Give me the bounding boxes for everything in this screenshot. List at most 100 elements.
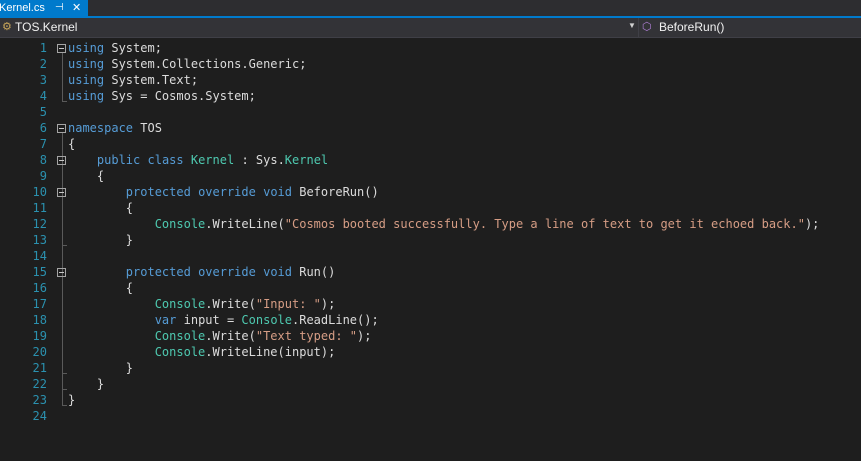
code-text: using System.Collections.Generic;	[68, 56, 306, 72]
collapse-icon[interactable]	[57, 124, 66, 133]
code-token: }	[68, 377, 105, 391]
type-dropdown-label: TOS.Kernel	[15, 20, 78, 34]
keyword-token: protected	[125, 265, 191, 279]
code-token: {	[68, 169, 105, 183]
code-line[interactable]: 11 {	[0, 200, 861, 216]
keyword-token: using	[68, 89, 105, 103]
line-number: 15	[32, 265, 47, 279]
code-text: public class Kernel : Sys.Kernel	[68, 152, 328, 168]
line-number: 13	[32, 233, 47, 247]
line-number: 12	[32, 217, 47, 231]
chevron-down-icon: ▼	[628, 21, 636, 30]
keyword-token: void	[263, 185, 292, 199]
tab-kernel-cs[interactable]: Kernel.cs ⊣ ✕	[0, 0, 88, 16]
code-line[interactable]: 8 public class Kernel : Sys.Kernel	[0, 152, 861, 168]
code-token: {	[68, 201, 134, 215]
code-line[interactable]: 21 }	[0, 360, 861, 376]
code-token: );	[357, 329, 372, 343]
line-number: 11	[32, 201, 47, 215]
code-text: }	[68, 360, 133, 376]
type-token: Console	[154, 297, 206, 311]
code-line[interactable]: 14	[0, 248, 861, 264]
code-line[interactable]: 19 Console.Write("Text typed: ");	[0, 328, 861, 344]
code-token: );	[804, 217, 820, 231]
code-line[interactable]: 18 var input = Console.ReadLine();	[0, 312, 861, 328]
code-line[interactable]: 20 Console.WriteLine(input);	[0, 344, 861, 360]
code-line[interactable]: 24	[0, 408, 861, 424]
line-number: 2	[39, 57, 47, 71]
string-token: "Text typed: "	[255, 329, 358, 343]
code-line[interactable]: 1 using System;	[0, 40, 861, 56]
type-token: Console	[154, 217, 206, 231]
class-icon: ⚙	[2, 21, 12, 33]
type-token: Kernel	[284, 153, 329, 167]
code-token: );	[320, 297, 336, 311]
line-number: 3	[39, 73, 47, 87]
code-text: }	[68, 376, 104, 392]
line-number: 14	[32, 249, 47, 263]
collapse-icon[interactable]	[57, 268, 66, 277]
collapse-icon[interactable]	[57, 44, 66, 53]
keyword-token: using	[68, 57, 105, 71]
line-number: 4	[39, 89, 47, 103]
collapse-icon[interactable]	[57, 156, 66, 165]
code-line[interactable]: 12 Console.WriteLine("Cosmos booted succ…	[0, 216, 861, 232]
type-token: Console	[154, 329, 206, 343]
pin-icon[interactable]: ⊣	[55, 0, 64, 16]
code-line[interactable]: 7{	[0, 136, 861, 152]
code-text: {	[68, 200, 133, 216]
code-text: using Sys = Cosmos.System;	[68, 88, 256, 104]
code-line[interactable]: 15 protected override void Run()	[0, 264, 861, 280]
string-token: "Cosmos booted successfully. Type a line…	[284, 217, 805, 231]
code-editor[interactable]: 1 using System; 2 using System.Collections.…	[0, 38, 861, 461]
code-text: Console.WriteLine(input);	[68, 344, 336, 360]
keyword-token: public	[96, 153, 141, 167]
line-number: 8	[39, 153, 47, 167]
keyword-token: protected	[125, 185, 191, 199]
code-text: var input = Console.ReadLine();	[68, 312, 379, 328]
code-text: protected override void BeforeRun()	[68, 184, 379, 200]
type-token: Console	[241, 313, 292, 327]
keyword-token: void	[263, 265, 292, 279]
code-text: protected override void Run()	[68, 264, 336, 280]
code-line[interactable]: 23}	[0, 392, 861, 408]
code-line[interactable]: 5	[0, 104, 861, 120]
code-text: using System.Text;	[68, 72, 198, 88]
code-line[interactable]: 3 using System.Text;	[0, 72, 861, 88]
code-text: Console.Write("Input: ");	[68, 296, 336, 312]
code-token: System.Text;	[104, 73, 199, 87]
line-number: 23	[32, 393, 47, 407]
code-token: Run()	[292, 265, 336, 279]
code-line[interactable]: 4 using Sys = Cosmos.System;	[0, 88, 861, 104]
line-number: 5	[39, 105, 47, 119]
collapse-icon[interactable]	[57, 188, 66, 197]
code-line[interactable]: 9 {	[0, 168, 861, 184]
code-token: }	[68, 393, 76, 407]
line-number: 24	[32, 409, 47, 423]
type-dropdown[interactable]: ⚙ TOS.Kernel ▼	[0, 18, 639, 37]
code-line[interactable]: 2 using System.Collections.Generic;	[0, 56, 861, 72]
code-line[interactable]: 10 protected override void BeforeRun()	[0, 184, 861, 200]
code-line[interactable]: 6 namespace TOS	[0, 120, 861, 136]
member-dropdown[interactable]: ⬡ BeforeRun()	[639, 18, 861, 37]
code-text: namespace TOS	[68, 120, 162, 136]
keyword-token: override	[198, 185, 256, 199]
keyword-token: using	[68, 73, 105, 87]
type-token: Kernel	[190, 153, 235, 167]
code-line[interactable]: 16 {	[0, 280, 861, 296]
code-line[interactable]: 22 }	[0, 376, 861, 392]
code-line[interactable]: 13 }	[0, 232, 861, 248]
close-icon[interactable]: ✕	[72, 0, 81, 16]
code-token: .Write(	[205, 297, 256, 311]
code-line[interactable]: 17 Console.Write("Input: ");	[0, 296, 861, 312]
